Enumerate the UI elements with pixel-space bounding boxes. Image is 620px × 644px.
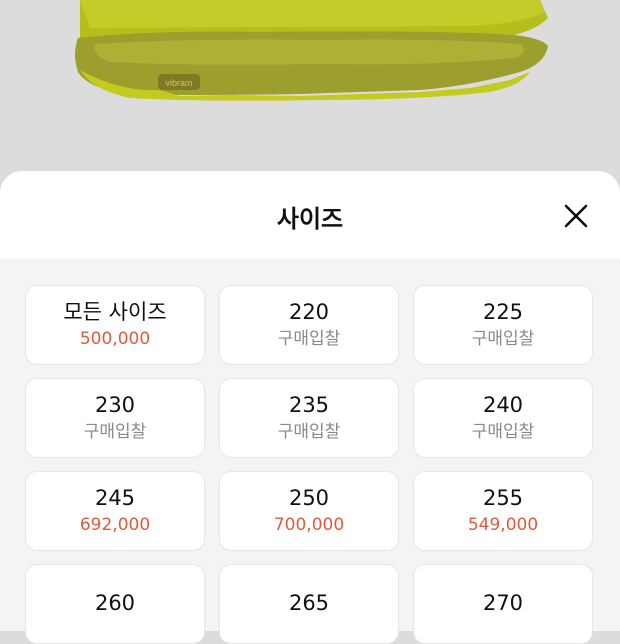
size-label: 250: [288, 486, 330, 510]
sheet-header: 사이즈: [0, 171, 620, 259]
size-option[interactable]: 250 700,000: [219, 471, 399, 551]
size-option[interactable]: 220 구매입찰: [219, 285, 399, 365]
close-button[interactable]: [561, 201, 591, 231]
bid-label: 구매입찰: [83, 422, 147, 442]
size-option[interactable]: 240 구매입찰: [413, 378, 593, 458]
size-option[interactable]: 255 549,000: [413, 471, 593, 551]
size-label: 265: [288, 591, 330, 615]
price-label: 549,000: [467, 515, 539, 535]
size-bottom-sheet: 사이즈 모든 사이즈 500,000 220 구매입찰 225 구매입찰 230 구매입찰 23…: [0, 171, 620, 644]
close-icon: [564, 204, 588, 228]
price-label: 692,000: [79, 515, 151, 535]
size-label: 230: [94, 393, 136, 417]
bid-label: 구매입찰: [277, 422, 341, 442]
price-label: 700,000: [273, 515, 345, 535]
size-option[interactable]: 235 구매입찰: [219, 378, 399, 458]
size-option[interactable]: 245 692,000: [25, 471, 205, 551]
size-label: 모든 사이즈: [63, 300, 167, 324]
size-label: 270: [482, 591, 524, 615]
size-label: 225: [482, 300, 524, 324]
sheet-title: 사이즈: [276, 205, 344, 233]
size-option[interactable]: 225 구매입찰: [413, 285, 593, 365]
product-image: vibram: [0, 0, 620, 200]
size-option[interactable]: 260: [25, 564, 205, 644]
price-label: 500,000: [79, 329, 151, 349]
bid-label: 구매입찰: [471, 329, 535, 349]
bid-label: 구매입찰: [277, 329, 341, 349]
size-options-area: 모든 사이즈 500,000 220 구매입찰 225 구매입찰 230 구매입찰 235 구매입…: [0, 259, 620, 644]
size-grid: 모든 사이즈 500,000 220 구매입찰 225 구매입찰 230 구매입찰 235 구매입…: [25, 285, 595, 644]
size-option[interactable]: 270: [413, 564, 593, 644]
svg-text:vibram: vibram: [165, 78, 192, 88]
size-label: 220: [288, 300, 330, 324]
size-option[interactable]: 265: [219, 564, 399, 644]
size-label: 245: [94, 486, 136, 510]
shoe-illustration: vibram: [75, 0, 548, 101]
size-option[interactable]: 모든 사이즈 500,000: [25, 285, 205, 365]
size-label: 255: [482, 486, 524, 510]
size-label: 260: [94, 591, 136, 615]
size-option[interactable]: 230 구매입찰: [25, 378, 205, 458]
size-label: 235: [288, 393, 330, 417]
size-label: 240: [482, 393, 524, 417]
bid-label: 구매입찰: [471, 422, 535, 442]
